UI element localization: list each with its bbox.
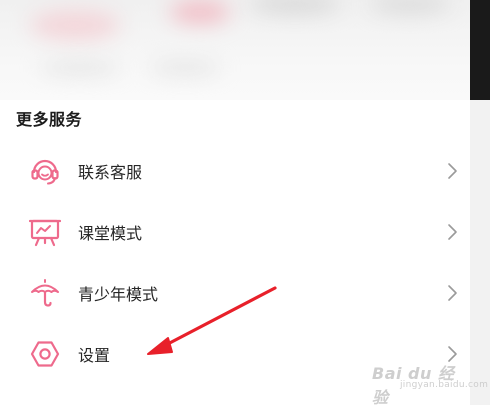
chevron-right-icon	[448, 162, 457, 179]
list-item-label: 青少年模式	[78, 284, 159, 304]
watermark-logo: Bai du 经验 jingyan.baidu.com	[372, 358, 488, 407]
list-item-label: 设置	[78, 345, 111, 365]
section-title: 更多服务	[16, 110, 83, 129]
side-strip	[470, 100, 490, 405]
watermark-sub-text: jingyan.baidu.com	[400, 380, 489, 390]
blurred-header-banner	[0, 0, 470, 100]
hexagon-settings-icon	[28, 337, 62, 371]
list-item-contact-support[interactable]: 联系客服	[0, 140, 470, 201]
umbrella-icon	[28, 276, 62, 310]
header-dark-edge	[470, 0, 490, 100]
presentation-board-icon	[28, 215, 62, 249]
list-item-label: 课堂模式	[78, 223, 143, 243]
list-item-label: 联系客服	[78, 162, 143, 182]
chevron-right-icon	[448, 223, 457, 240]
chevron-right-icon	[448, 284, 457, 301]
services-list: 联系客服 课堂模式 青少年模式 设置	[0, 140, 470, 384]
headset-icon	[28, 154, 62, 188]
list-item-teen-mode[interactable]: 青少年模式	[0, 262, 470, 323]
list-item-classroom-mode[interactable]: 课堂模式	[0, 201, 470, 262]
